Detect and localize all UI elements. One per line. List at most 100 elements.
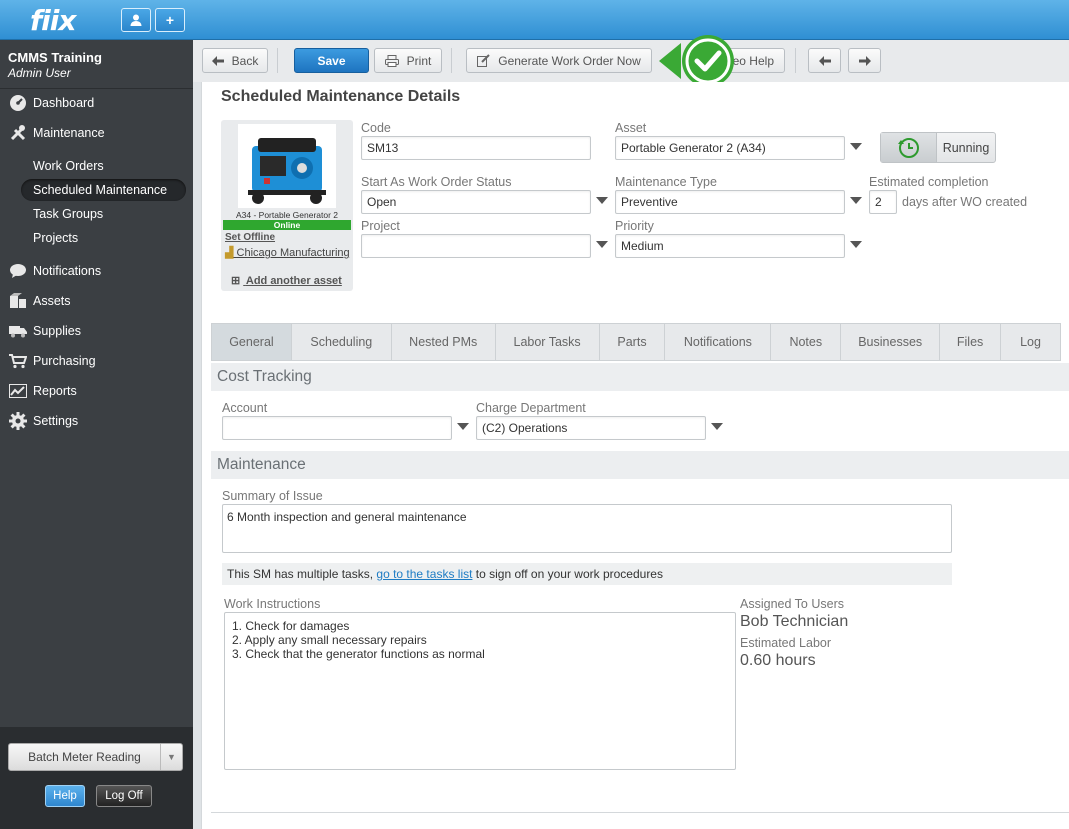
speech-bubble-icon <box>8 262 28 280</box>
sidebar-item-label: Purchasing <box>33 354 96 368</box>
sidebar-item-purchasing[interactable]: Purchasing <box>8 350 96 372</box>
priority-label: Priority <box>615 219 654 233</box>
sidebar-item-label: Maintenance <box>33 126 105 140</box>
generate-work-order-button[interactable]: Generate Work Order Now <box>466 48 652 73</box>
generator-image[interactable] <box>238 124 336 208</box>
user-button[interactable] <box>121 8 151 32</box>
app-logo[interactable]: fiix <box>30 4 76 37</box>
chevron-down-icon[interactable]: ▼ <box>160 744 182 770</box>
tab-scheduling[interactable]: Scheduling <box>292 324 392 360</box>
building-icon: ▟ <box>225 247 234 259</box>
add-asset-icon: ⊞ <box>231 275 241 287</box>
project-select[interactable] <box>361 234 591 258</box>
help-button[interactable]: Help <box>45 785 85 807</box>
sidebar-item-label: Reports <box>33 384 77 398</box>
panel-divider <box>211 812 1069 813</box>
code-input[interactable]: SM13 <box>361 136 591 160</box>
sidebar-subitem-task-groups[interactable]: Task Groups <box>21 203 186 225</box>
asset-card: A34 - Portable Generator 2 Online Set Of… <box>221 120 353 291</box>
sidebar-item-maintenance[interactable]: Maintenance <box>8 122 105 144</box>
estimated-completion-suffix: days after WO created <box>902 195 1028 209</box>
tab-nested-pms[interactable]: Nested PMs <box>392 324 496 360</box>
status-badge: Online <box>223 220 351 230</box>
tab-notifications[interactable]: Notifications <box>665 324 772 360</box>
org-name: CMMS Training <box>8 50 102 65</box>
instruction-line: 1. Check for damages <box>232 619 350 633</box>
maintenance-type-dropdown-arrow-icon[interactable] <box>850 197 862 204</box>
next-button[interactable] <box>848 48 881 73</box>
priority-dropdown-arrow-icon[interactable] <box>850 241 862 248</box>
summary-label: Summary of Issue <box>222 489 323 503</box>
sidebar-divider <box>0 88 193 89</box>
cart-icon <box>8 352 28 370</box>
sidebar-item-notifications[interactable]: Notifications <box>8 260 101 282</box>
sidebar-item-label: Assets <box>33 294 71 308</box>
tab-notes[interactable]: Notes <box>771 324 842 360</box>
asset-dropdown-arrow-icon[interactable] <box>850 143 862 150</box>
running-toggle[interactable]: Running <box>880 132 996 163</box>
account-dropdown-arrow-icon[interactable] <box>457 423 469 430</box>
add-asset-label: Add another asset <box>245 275 342 287</box>
tab-files[interactable]: Files <box>940 324 1002 360</box>
user-role: Admin User <box>8 66 71 80</box>
previous-button[interactable] <box>808 48 841 73</box>
account-select[interactable] <box>222 416 452 440</box>
boxes-icon <box>8 292 28 310</box>
maintenance-type-select[interactable]: Preventive <box>615 190 845 214</box>
tasks-list-link[interactable]: go to the tasks list <box>376 567 472 581</box>
summary-textarea[interactable]: 6 Month inspection and general maintenan… <box>222 504 952 553</box>
maintenance-header: Maintenance <box>211 451 1069 479</box>
sidebar-item-label: Supplies <box>33 324 81 338</box>
cost-tracking-title: Cost Tracking <box>217 368 312 385</box>
sidebar-item-settings[interactable]: Settings <box>8 410 78 432</box>
edit-icon <box>477 54 490 67</box>
work-instructions-textarea[interactable]: 1. Check for damages 2. Apply any small … <box>224 612 736 770</box>
sidebar-subitem-projects[interactable]: Projects <box>21 227 186 249</box>
sidebar-item-reports[interactable]: Reports <box>8 380 77 402</box>
tab-labor-tasks[interactable]: Labor Tasks <box>496 324 600 360</box>
priority-select[interactable]: Medium <box>615 234 845 258</box>
set-offline-link[interactable]: Set Offline <box>225 232 275 243</box>
back-button[interactable]: Back <box>202 48 268 73</box>
sidebar-item-supplies[interactable]: Supplies <box>8 320 81 342</box>
tasks-note: This SM has multiple tasks, go to the ta… <box>222 563 952 585</box>
estimated-completion-input[interactable]: 2 <box>869 190 897 214</box>
location-link[interactable]: ▟ Chicago Manufacturing <box>225 246 350 259</box>
status-select[interactable]: Open <box>361 190 591 214</box>
sidebar-subitem-scheduled-maintenance[interactable]: Scheduled Maintenance <box>21 179 186 201</box>
asset-select[interactable]: Portable Generator 2 (A34) <box>615 136 845 160</box>
tab-log[interactable]: Log <box>1001 324 1060 360</box>
print-label: Print <box>406 53 432 68</box>
charge-department-select[interactable]: (C2) Operations <box>476 416 706 440</box>
tab-parts[interactable]: Parts <box>600 324 666 360</box>
charge-department-label: Charge Department <box>476 401 586 415</box>
maintenance-type-label: Maintenance Type <box>615 175 717 189</box>
assigned-user-link[interactable]: Bob Technician <box>740 613 848 631</box>
log-off-button[interactable]: Log Off <box>96 785 152 807</box>
tab-businesses[interactable]: Businesses <box>841 324 941 360</box>
back-label: Back <box>231 53 259 68</box>
sidebar-subitem-work-orders[interactable]: Work Orders <box>21 155 186 177</box>
sidebar-item-label: Dashboard <box>33 96 95 110</box>
cost-tracking-header: Cost Tracking <box>211 363 1069 391</box>
sidebar-item-dashboard[interactable]: Dashboard <box>8 92 94 114</box>
add-another-asset-link[interactable]: ⊞ Add another asset <box>231 274 342 287</box>
asset-caption: A34 - Portable Generator 2 <box>235 210 339 220</box>
project-dropdown-arrow-icon[interactable] <box>596 241 608 248</box>
toolbar: Back Save Print Generate Work Order Now … <box>193 40 1069 82</box>
sidebar: CMMS Training Admin User Dashboard Maint… <box>0 40 193 829</box>
sidebar-item-label: Settings <box>33 414 79 428</box>
tab-general[interactable]: General <box>212 324 292 360</box>
estimated-labor-value: 0.60 hours <box>740 652 816 669</box>
status-dropdown-arrow-icon[interactable] <box>596 197 608 204</box>
sidebar-item-assets[interactable]: Assets <box>8 290 71 312</box>
add-button[interactable]: + <box>155 8 185 32</box>
project-label: Project <box>361 219 400 233</box>
save-button[interactable]: Save <box>294 48 369 73</box>
sidebar-item-label: Notifications <box>33 264 102 278</box>
batch-meter-reading-button[interactable]: Batch Meter Reading ▼ <box>8 743 183 771</box>
clock-icon <box>881 133 937 162</box>
print-button[interactable]: Print <box>374 48 442 73</box>
tasks-note-text-end: to sign off on your work procedures <box>472 567 663 581</box>
charge-department-dropdown-arrow-icon[interactable] <box>711 423 723 430</box>
